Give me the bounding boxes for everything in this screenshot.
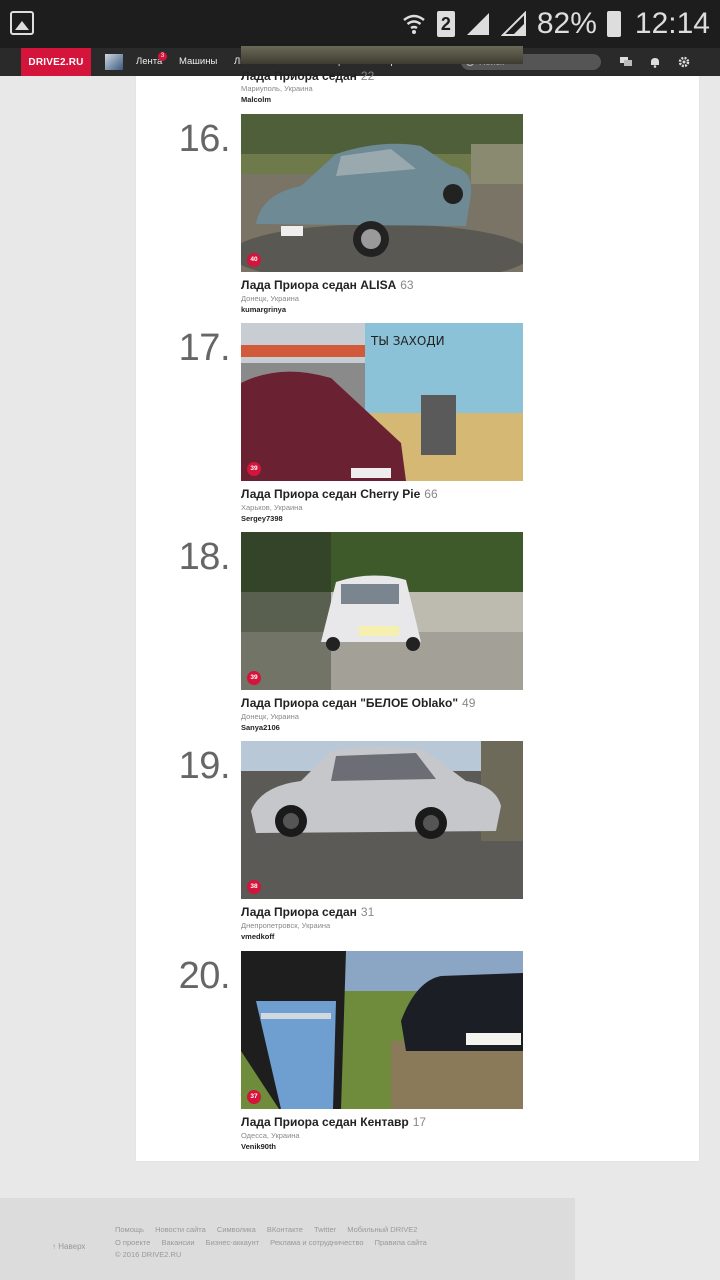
footer-link-help[interactable]: Помощь <box>115 1225 144 1234</box>
car-photo[interactable]: 37 <box>241 951 523 1109</box>
footer-link-business[interactable]: Бизнес-аккаунт <box>206 1238 259 1247</box>
car-owner[interactable]: Venik90th <box>241 1142 276 1151</box>
car-owner[interactable]: kumargrinya <box>241 305 286 314</box>
car-title-text: Лада Приора седан <box>241 69 357 83</box>
user-avatar[interactable] <box>105 54 123 70</box>
messages-icon[interactable] <box>620 56 632 68</box>
gallery-notification-icon <box>10 11 34 35</box>
status-bar: 2 82% 12:14 <box>0 0 720 48</box>
car-title-text: Лада Приора седан Cherry Pie <box>241 487 421 501</box>
footer-link-mobile[interactable]: Мобильный DRIVE2 <box>347 1225 417 1234</box>
car-location: Днепропетровск, Украина <box>241 921 331 930</box>
sim-icon: 2 <box>436 11 455 37</box>
car-owner[interactable]: Malcolm <box>241 95 271 104</box>
rank-number: 17. <box>178 327 231 369</box>
footer-links-row-2: О проекте Вакансии Бизнес-аккаунт Реклам… <box>115 1238 436 1247</box>
footer-link-symbols[interactable]: Символика <box>217 1225 256 1234</box>
rank-number: 19. <box>178 745 231 787</box>
svg-text:ТЫ ЗАХОДИ: ТЫ ЗАХОДИ <box>370 334 445 348</box>
nav-cars[interactable]: Машины <box>179 48 217 76</box>
car-location: Мариуполь, Украина <box>241 84 313 93</box>
photo-count-badge: 40 <box>247 253 261 267</box>
car-score: 31 <box>360 905 375 919</box>
car-score: 49 <box>462 696 476 710</box>
footer-link-vk[interactable]: ВКонтакте <box>267 1225 303 1234</box>
car-photo[interactable]: 40 <box>241 114 523 272</box>
car-score: 17 <box>412 1115 427 1129</box>
battery-charging-icon <box>606 11 621 37</box>
car-title-text: Лада Приора седан ALISA <box>241 278 397 292</box>
signal-icon <box>466 13 489 35</box>
feed-badge: 3 <box>158 52 167 61</box>
car-score: 66 <box>424 487 438 501</box>
signal-2-icon <box>500 11 526 36</box>
footer-link-twitter[interactable]: Twitter <box>314 1225 336 1234</box>
clock: 12:14 <box>634 7 710 40</box>
car-title-text: Лада Приора седан Кентавр <box>241 1115 409 1129</box>
car-title[interactable]: Лада Приора седан "БЕЛОЕ Oblako" 49 <box>241 696 475 710</box>
photo-count-badge: 39 <box>247 671 261 685</box>
car-title[interactable]: Лада Приора седан ALISA 63 <box>241 278 414 292</box>
nav-feed[interactable]: Лента <box>136 48 162 76</box>
car-title[interactable]: Лада Приора седан Кентавр 17 <box>241 1115 426 1129</box>
car-title-text: Лада Приора седан <box>241 905 357 919</box>
photo-count-badge: 37 <box>247 1090 261 1104</box>
car-score: 63 <box>400 278 414 292</box>
footer-link-jobs[interactable]: Вакансии <box>161 1238 194 1247</box>
wifi-icon <box>403 14 425 34</box>
car-location: Донецк, Украина <box>241 294 299 303</box>
car-title[interactable]: Лада Приора седан Cherry Pie 66 <box>241 487 438 501</box>
status-icons: 2 82% 12:14 <box>401 0 710 48</box>
car-photo[interactable]: ТЫ ЗАХОДИ 39 <box>241 323 523 481</box>
photo-count-badge: 39 <box>247 462 261 476</box>
battery-percent: 82% <box>536 7 597 40</box>
footer-link-rules[interactable]: Правила сайта <box>375 1238 427 1247</box>
gear-icon[interactable] <box>678 56 690 68</box>
car-location: Донецк, Украина <box>241 712 299 721</box>
car-photo[interactable]: 38 <box>241 741 523 899</box>
rank-number: 16. <box>178 118 231 160</box>
car-photo[interactable]: 39 <box>241 532 523 690</box>
scroll-to-top-label: Наверх <box>58 1242 86 1251</box>
bell-icon[interactable] <box>649 56 661 68</box>
car-owner[interactable]: vmedkoff <box>241 932 274 941</box>
car-title[interactable]: Лада Приора седан 31 <box>241 905 374 919</box>
copyright: © 2016 DRIVE2.RU <box>115 1250 182 1259</box>
rank-number: 18. <box>178 536 231 578</box>
footer-link-ads[interactable]: Реклама и сотрудничество <box>270 1238 363 1247</box>
car-location: Харьков, Украина <box>241 503 303 512</box>
rank-number: 20. <box>178 955 231 997</box>
footer-link-about[interactable]: О проекте <box>115 1238 150 1247</box>
car-title-text: Лада Приора седан "БЕЛОЕ Oblako" <box>241 696 459 710</box>
photo-count-badge: 38 <box>247 880 261 894</box>
car-owner[interactable]: Sanya2106 <box>241 723 280 732</box>
footer-link-news[interactable]: Новости сайта <box>155 1225 206 1234</box>
car-title[interactable]: Лада Приора седан 22 <box>241 69 374 83</box>
scroll-to-top-link[interactable]: ↑ Наверх <box>52 1242 85 1251</box>
footer-links-row-1: Помощь Новости сайта Символика ВКонтакте… <box>115 1225 426 1234</box>
car-owner[interactable]: Sergey7398 <box>241 514 283 523</box>
rating-list: Лада Приора седан 22 Мариуполь, Украина M… <box>136 46 699 1161</box>
car-score: 22 <box>360 69 375 83</box>
car-photo[interactable] <box>241 46 523 64</box>
site-logo[interactable]: DRIVE2.RU <box>21 48 91 76</box>
car-location: Одесса, Украина <box>241 1131 300 1140</box>
